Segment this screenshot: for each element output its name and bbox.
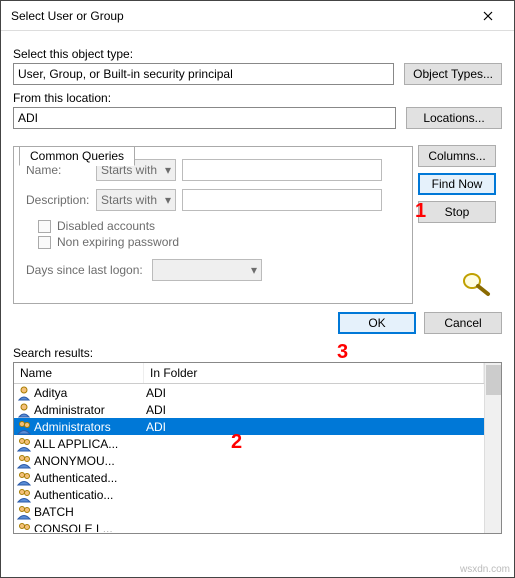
ok-button[interactable]: OK [338, 312, 416, 334]
group-icon [16, 453, 32, 469]
days-since-logon-dropdown[interactable]: ▾ [152, 259, 262, 281]
description-filter-input[interactable] [182, 189, 382, 211]
result-name: BATCH [34, 505, 144, 519]
result-folder: ADI [144, 420, 484, 434]
results-scrollbar[interactable] [484, 363, 501, 533]
result-folder: ADI [144, 386, 484, 400]
description-filter-label: Description: [26, 193, 90, 207]
location-label: From this location: [13, 91, 502, 105]
column-folder[interactable]: In Folder [144, 363, 484, 383]
disabled-accounts-checkbox[interactable]: Disabled accounts [38, 219, 394, 233]
group-icon [16, 521, 32, 533]
result-name: ANONYMOU... [34, 454, 144, 468]
user-icon [16, 402, 32, 418]
object-type-input[interactable] [13, 63, 394, 85]
common-queries-group: Common Queries Name: Starts with ▾ Descr… [13, 146, 413, 304]
columns-button[interactable]: Columns... [418, 145, 496, 167]
group-icon [16, 504, 32, 520]
group-icon [16, 419, 32, 435]
result-name: Administrators [34, 420, 144, 434]
result-folder: ADI [144, 403, 484, 417]
chevron-down-icon: ▾ [165, 193, 171, 207]
result-row[interactable]: BATCH [14, 503, 484, 520]
result-name: CONSOLE L... [34, 522, 144, 533]
group-icon [16, 470, 32, 486]
search-icon [458, 269, 494, 297]
close-icon [483, 11, 493, 21]
search-results-label: Search results: [13, 346, 502, 360]
location-input[interactable] [13, 107, 396, 129]
object-type-label: Select this object type: [13, 47, 502, 61]
result-name: Authenticated... [34, 471, 144, 485]
user-icon [16, 385, 32, 401]
result-row[interactable]: Authenticatio... [14, 486, 484, 503]
result-name: ALL APPLICA... [34, 437, 144, 451]
chevron-down-icon: ▾ [165, 163, 171, 177]
search-results-list: Name In Folder AdityaADIAdministratorADI… [13, 362, 502, 534]
checkbox-icon [38, 236, 51, 249]
group-icon [16, 487, 32, 503]
group-icon [16, 436, 32, 452]
result-name: Aditya [34, 386, 144, 400]
result-row[interactable]: AdministratorADI [14, 401, 484, 418]
close-button[interactable] [466, 2, 510, 30]
result-name: Administrator [34, 403, 144, 417]
result-row[interactable]: CONSOLE L... [14, 520, 484, 532]
object-types-button[interactable]: Object Types... [404, 63, 502, 85]
result-row[interactable]: ANONYMOU... [14, 452, 484, 469]
result-name: Authenticatio... [34, 488, 144, 502]
description-mode-dropdown[interactable]: Starts with ▾ [96, 189, 176, 211]
stop-button[interactable]: Stop [418, 201, 496, 223]
window-title: Select User or Group [11, 9, 466, 23]
find-now-button[interactable]: Find Now [418, 173, 496, 195]
name-filter-input[interactable] [182, 159, 382, 181]
watermark: wsxdn.com [460, 564, 510, 575]
result-row[interactable]: AdministratorsADI [14, 418, 484, 435]
checkbox-icon [38, 220, 51, 233]
tab-common-queries[interactable]: Common Queries [19, 146, 135, 166]
scrollbar-thumb[interactable] [486, 365, 501, 395]
column-name[interactable]: Name [14, 363, 144, 383]
chevron-down-icon: ▾ [251, 263, 257, 277]
result-row[interactable]: Authenticated... [14, 469, 484, 486]
result-row[interactable]: AdityaADI [14, 384, 484, 401]
locations-button[interactable]: Locations... [406, 107, 502, 129]
title-bar: Select User or Group [1, 1, 514, 31]
results-header: Name In Folder [14, 363, 484, 384]
result-row[interactable]: ALL APPLICA... [14, 435, 484, 452]
non-expiring-password-checkbox[interactable]: Non expiring password [38, 235, 394, 249]
days-since-logon-label: Days since last logon: [26, 263, 146, 277]
cancel-button[interactable]: Cancel [424, 312, 502, 334]
